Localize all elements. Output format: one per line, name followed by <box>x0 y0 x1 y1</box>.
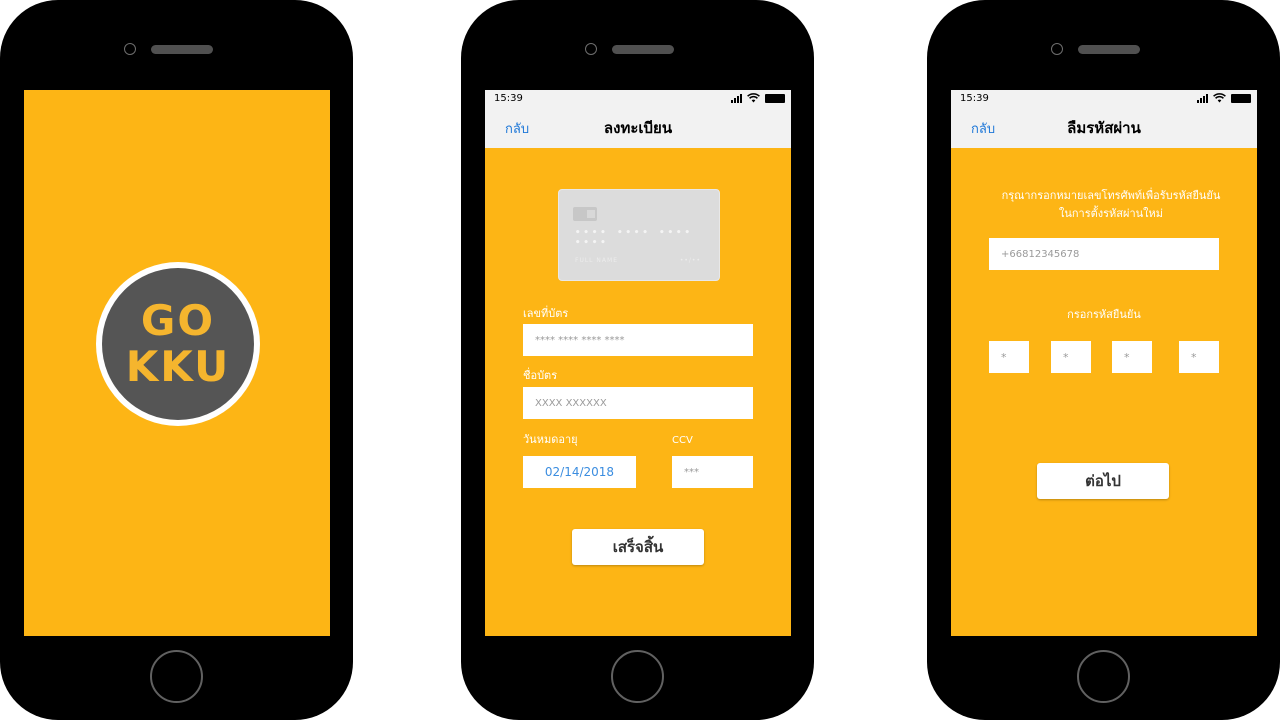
instruction-line1: กรุณากรอกหมายเลขโทรศัพท์เพื่อรับรหัสยืนย… <box>1001 189 1221 202</box>
forgot-password-screen: 15:39 กลับ ลืมรหัสผ่าน กรุณากรอกหมายเลขโ… <box>951 90 1257 636</box>
status-bar: 15:39 <box>485 90 791 108</box>
card-chip-icon <box>573 207 597 221</box>
next-button[interactable]: ต่อไป <box>1037 463 1169 499</box>
signal-icon <box>1197 93 1208 103</box>
phone-splash: GO KKU <box>0 0 353 720</box>
ccv-input[interactable]: *** <box>672 456 753 488</box>
page-title: ลืมรหัสผ่าน <box>1067 119 1141 137</box>
home-button[interactable] <box>611 650 664 703</box>
card-name-label: ชื่อบัตร <box>523 369 558 382</box>
speaker-grille <box>612 45 674 54</box>
phone-number-input[interactable]: +66812345678 <box>989 238 1219 270</box>
instruction-text: กรุณากรอกหมายเลขโทรศัพท์เพื่อรับรหัสยืนย… <box>981 187 1241 223</box>
expiry-date-input[interactable]: 02/14/2018 <box>523 456 636 488</box>
logo-badge: GO KKU <box>102 268 254 420</box>
status-time: 15:39 <box>494 93 523 104</box>
battery-icon <box>765 93 785 103</box>
otp-digit-input[interactable]: * <box>1112 341 1152 373</box>
card-number-preview: •••• •••• •••• •••• <box>575 228 693 248</box>
speaker-grille <box>151 45 213 54</box>
status-icons <box>731 93 785 103</box>
card-name-input[interactable]: XXXX XXXXXX <box>523 387 753 419</box>
home-button[interactable] <box>150 650 203 703</box>
card-name-preview: FULL NAME <box>575 257 618 264</box>
nav-bar: กลับ ลงทะเบียน <box>485 108 791 148</box>
status-bar: 15:39 <box>951 90 1257 108</box>
logo-text-line2: KKU <box>125 342 231 391</box>
wifi-icon <box>1213 93 1226 103</box>
page-title: ลงทะเบียน <box>603 119 673 137</box>
card-number-label: เลขที่บัตร <box>523 307 569 320</box>
otp-label: กรอกรหัสยืนยัน <box>1067 308 1141 321</box>
battery-icon <box>1231 93 1251 103</box>
status-time: 15:39 <box>960 93 989 104</box>
front-camera <box>1051 43 1063 55</box>
register-screen: 15:39 กลับ ลงทะเบียน •••• •••• •••• ••••… <box>485 90 791 636</box>
instruction-line2: ในการตั้งรหัสผ่านใหม่ <box>1058 207 1164 220</box>
front-camera <box>585 43 597 55</box>
splash-screen: GO KKU <box>24 90 330 636</box>
home-button[interactable] <box>1077 650 1130 703</box>
wifi-icon <box>747 93 760 103</box>
phone-register: 15:39 กลับ ลงทะเบียน •••• •••• •••• ••••… <box>461 0 814 720</box>
finish-button[interactable]: เสร็จสิ้น <box>572 529 704 565</box>
status-icons <box>1197 93 1251 103</box>
front-camera <box>124 43 136 55</box>
logo-text-line1: GO <box>140 296 216 345</box>
speaker-grille <box>1078 45 1140 54</box>
card-number-input[interactable]: **** **** **** **** <box>523 324 753 356</box>
expiry-label: วันหมดอายุ <box>523 433 578 446</box>
signal-icon <box>731 93 742 103</box>
phone-forgot-password: 15:39 กลับ ลืมรหัสผ่าน กรุณากรอกหมายเลขโ… <box>927 0 1280 720</box>
app-logo: GO KKU <box>96 262 260 426</box>
card-expiry-preview: ••/•• <box>679 257 701 264</box>
nav-bar: กลับ ลืมรหัสผ่าน <box>951 108 1257 148</box>
otp-digit-input[interactable]: * <box>1179 341 1219 373</box>
otp-digit-input[interactable]: * <box>1051 341 1091 373</box>
ccv-label: CCV <box>672 435 693 446</box>
credit-card-preview: •••• •••• •••• •••• FULL NAME ••/•• <box>558 189 720 281</box>
otp-digit-input[interactable]: * <box>989 341 1029 373</box>
